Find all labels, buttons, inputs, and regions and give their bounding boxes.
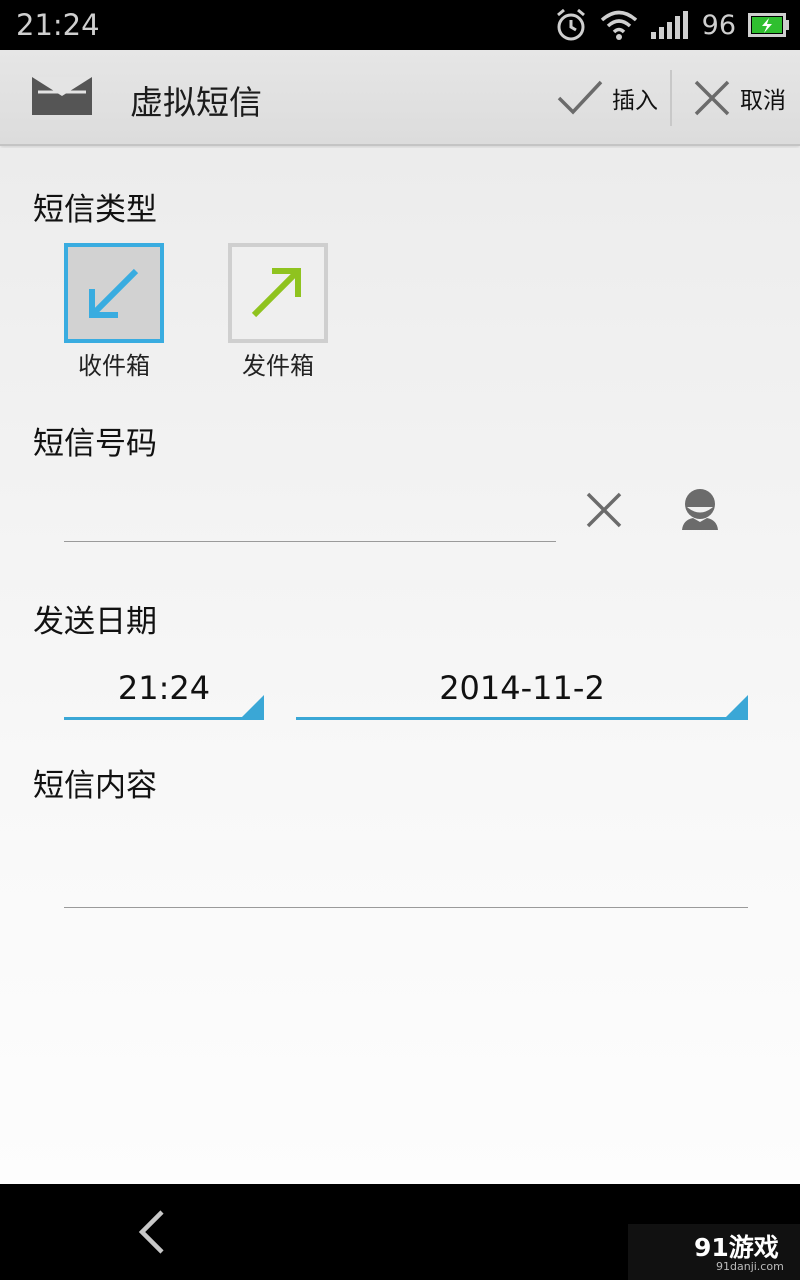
battery-charging-icon <box>748 13 789 37</box>
status-bar: 21:24 96 <box>0 0 800 50</box>
wifi-icon <box>600 10 637 40</box>
scribble-mark <box>104 16 194 46</box>
sms-content-input[interactable] <box>64 838 748 908</box>
cancel-button[interactable]: 取消 <box>692 50 786 146</box>
clear-icon <box>586 492 622 528</box>
watermark-sub: 91danji.com <box>716 1260 784 1273</box>
navigation-bar: 91游戏 91danji.com <box>0 1184 800 1280</box>
spinner-corner-icon <box>726 695 748 717</box>
send-date-title: 发送日期 <box>33 604 157 640</box>
date-spinner[interactable]: 2014-11-2 <box>296 658 748 720</box>
date-value: 2014-11-2 <box>439 668 605 707</box>
sms-type-title: 短信类型 <box>33 192 157 228</box>
signal-icon <box>650 11 688 39</box>
clear-number-button[interactable] <box>584 490 624 534</box>
back-button[interactable] <box>134 1208 170 1260</box>
inbox-label: 收件箱 <box>78 352 150 380</box>
time-spinner[interactable]: 21:24 <box>64 658 264 720</box>
form-content: 短信类型 收件箱 发件箱 短信号码 发送日期 21:24 2014-11-2 短… <box>0 148 800 1184</box>
battery-level: 96 <box>701 9 736 41</box>
close-icon <box>694 80 730 116</box>
alarm-icon <box>556 8 585 41</box>
cancel-label: 取消 <box>740 88 786 114</box>
back-icon <box>138 1210 164 1254</box>
contact-icon <box>682 489 718 530</box>
inbox-type-button[interactable] <box>64 243 164 343</box>
watermark: 91游戏 91danji.com <box>628 1224 800 1280</box>
time-value: 21:24 <box>117 668 211 707</box>
action-divider <box>670 70 672 126</box>
phone-number-input[interactable] <box>64 478 556 542</box>
outbox-type-button[interactable] <box>228 243 328 343</box>
watermark-text: 91游戏 <box>694 1233 779 1262</box>
pick-contact-button[interactable] <box>680 488 720 536</box>
sms-content-title: 短信内容 <box>33 768 157 804</box>
status-icons: 96 <box>554 7 790 43</box>
page-title: 虚拟短信 <box>130 83 262 122</box>
insert-button[interactable]: 插入 <box>556 50 658 146</box>
app-logo-icon <box>32 77 92 115</box>
outbox-label: 发件箱 <box>242 352 314 380</box>
sms-number-title: 短信号码 <box>33 426 157 462</box>
spinner-corner-icon <box>242 695 264 717</box>
action-bar: 虚拟短信 插入 取消 <box>0 50 800 146</box>
insert-label: 插入 <box>612 88 658 114</box>
arrow-down-left-icon <box>89 268 139 318</box>
status-time: 21:24 <box>16 8 100 42</box>
check-icon <box>557 80 603 115</box>
arrow-up-right-icon <box>251 268 301 318</box>
